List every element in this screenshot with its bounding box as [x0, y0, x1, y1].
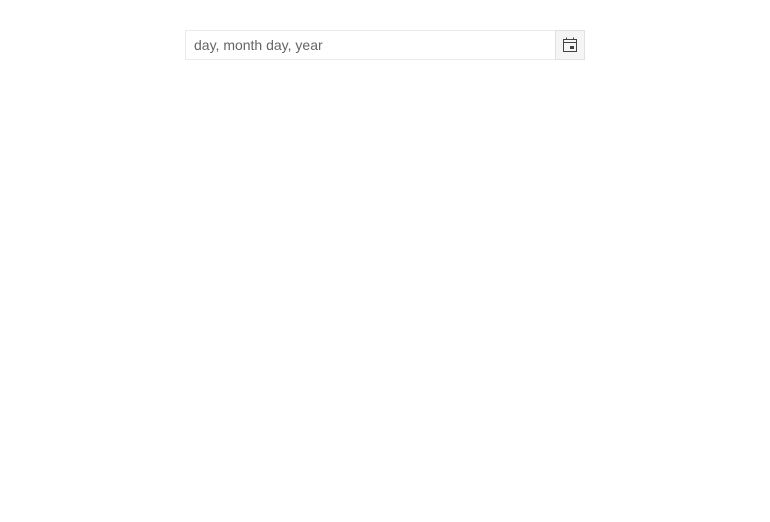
date-input[interactable] — [185, 30, 555, 60]
calendar-toggle-button[interactable] — [555, 30, 585, 60]
calendar-icon — [562, 37, 578, 53]
date-picker — [185, 30, 585, 60]
